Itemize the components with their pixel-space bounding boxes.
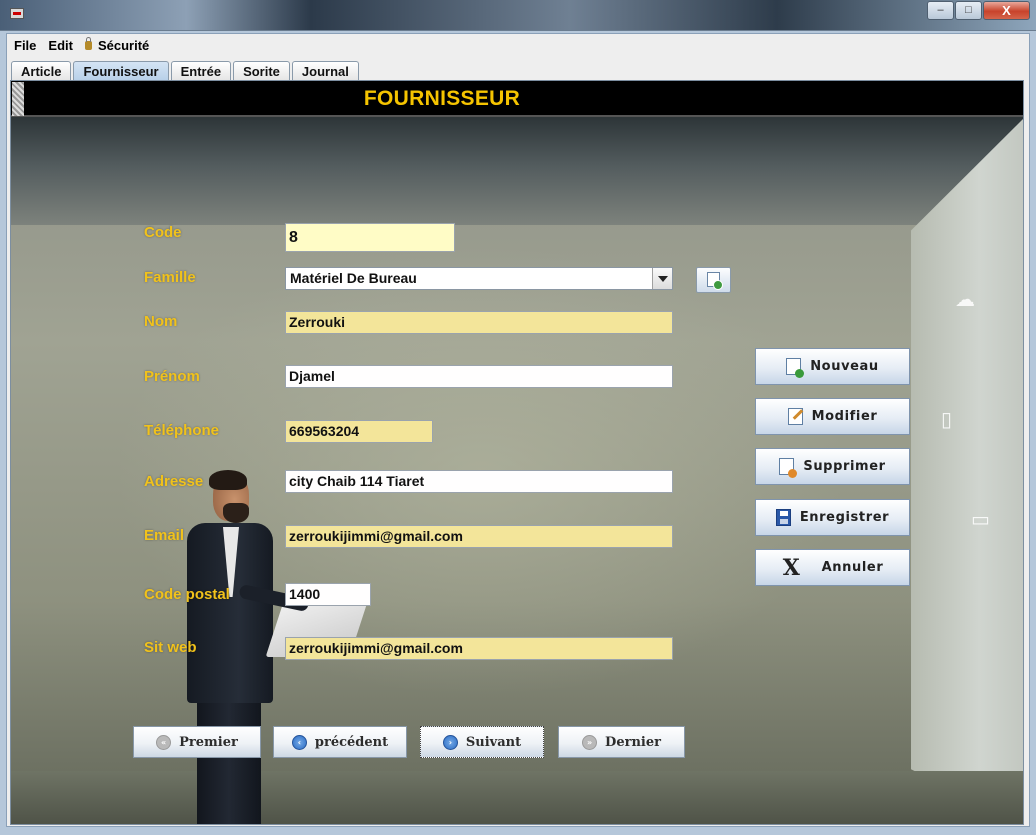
java-app-icon [10, 8, 24, 19]
dernier-button[interactable]: » Dernier [558, 726, 685, 758]
add-document-icon [707, 272, 723, 290]
background-floor [11, 771, 1023, 824]
annuler-button[interactable]: X Annuler [755, 549, 910, 586]
tablet-icon: ▭ [971, 509, 990, 531]
code-postal-field[interactable]: 1400 [285, 583, 371, 606]
enregistrer-label: Enregistrer [799, 510, 890, 525]
famille-select[interactable]: Matériel De Bureau [285, 267, 673, 290]
premier-label: Premier [179, 734, 238, 750]
tab-fournisseur[interactable]: Fournisseur [73, 61, 169, 81]
email-field[interactable]: zerroukijimmi@gmail.com [285, 525, 673, 548]
dernier-label: Dernier [605, 734, 661, 750]
tab-bar: Article Fournisseur Entrée Sorite Journa… [11, 61, 361, 81]
suivant-label: Suivant [465, 734, 522, 750]
background-right-wall: ☁ ▯ ▭ ⊕ [911, 117, 1023, 824]
label-adresse: Adresse [144, 473, 204, 490]
menu-securite-label: Sécurité [97, 38, 150, 53]
next-record-icon: › [442, 734, 458, 750]
modifier-button[interactable]: Modifier [755, 398, 910, 435]
new-document-icon [786, 358, 805, 378]
label-telephone: Téléphone [144, 422, 220, 439]
prenom-field[interactable]: Djamel [285, 365, 673, 388]
page-title: FOURNISSEUR [363, 87, 521, 110]
first-record-icon: « [156, 734, 172, 750]
tab-entree[interactable]: Entrée [170, 61, 232, 81]
add-famille-button[interactable] [696, 267, 731, 293]
precedent-button[interactable]: ‹ précédent [273, 726, 407, 758]
cancel-x-icon: X [782, 554, 801, 581]
fournisseur-panel: ☁ ▯ ▭ ⊕ FOURNISSEUR Code [10, 80, 1024, 825]
nouveau-button[interactable]: Nouveau [755, 348, 910, 385]
man-legs [197, 698, 261, 824]
background-ceiling [11, 117, 1023, 225]
menu-edit-label: Edit [48, 38, 73, 53]
label-famille: Famille [144, 269, 196, 286]
nom-field[interactable]: Zerrouki [285, 311, 673, 334]
menu-file-label: File [14, 38, 37, 53]
label-code-postal: Code postal [144, 586, 230, 603]
suivant-button[interactable]: › Suivant [420, 726, 544, 758]
minimize-button[interactable]: – [927, 1, 954, 20]
site-web-field[interactable]: zerroukijimmi@gmail.com [285, 637, 673, 660]
edit-document-icon [787, 408, 803, 425]
window-controls: – □ X [926, 1, 1030, 20]
code-field[interactable]: 8 [285, 223, 455, 252]
premier-button[interactable]: « Premier [133, 726, 261, 758]
label-site-web: Sit web [144, 639, 197, 656]
telephone-field[interactable]: 669563204 [285, 420, 433, 443]
phone-icon: ▯ [941, 409, 953, 431]
close-button[interactable]: X [983, 1, 1030, 20]
adresse-field[interactable]: city Chaib 114 Tiaret [285, 470, 673, 493]
enregistrer-button[interactable]: Enregistrer [755, 499, 910, 536]
window-content: File Edit Sécurité Article Fournisseur E… [6, 33, 1030, 827]
supprimer-button[interactable]: Supprimer [755, 448, 910, 485]
label-prenom: Prénom [144, 368, 200, 385]
man-hair [209, 470, 247, 490]
modifier-label: Modifier [811, 409, 878, 424]
cloud-icon: ☁ [955, 289, 975, 311]
save-disk-icon [775, 509, 791, 526]
label-code: Code [144, 224, 182, 241]
nouveau-label: Nouveau [810, 359, 879, 374]
previous-record-icon: ‹ [291, 734, 307, 750]
menu-file[interactable]: File [9, 38, 41, 53]
supprimer-label: Supprimer [803, 459, 886, 474]
last-record-icon: » [582, 734, 598, 750]
label-email: Email [144, 527, 185, 544]
tab-article[interactable]: Article [11, 61, 72, 81]
man-beard [223, 503, 249, 523]
menu-bar: File Edit Sécurité [7, 34, 1029, 57]
tab-sorite[interactable]: Sorite [233, 61, 290, 81]
panel-header: FOURNISSEUR [11, 81, 1023, 117]
menu-edit[interactable]: Edit [43, 38, 78, 53]
tab-journal[interactable]: Journal [291, 61, 359, 81]
precedent-label: précédent [314, 734, 389, 750]
maximize-button[interactable]: □ [955, 1, 982, 20]
annuler-label: Annuler [821, 560, 884, 575]
famille-selected: Matériel De Bureau [290, 270, 417, 286]
label-nom: Nom [144, 313, 178, 330]
delete-document-icon [779, 458, 798, 478]
window-frame: File Edit Sécurité Article Fournisseur E… [0, 31, 1036, 835]
chevron-down-icon[interactable] [652, 268, 672, 289]
window-titlebar: – □ X [0, 0, 1036, 31]
lock-icon [84, 37, 92, 50]
menu-securite[interactable]: Sécurité [80, 37, 154, 53]
